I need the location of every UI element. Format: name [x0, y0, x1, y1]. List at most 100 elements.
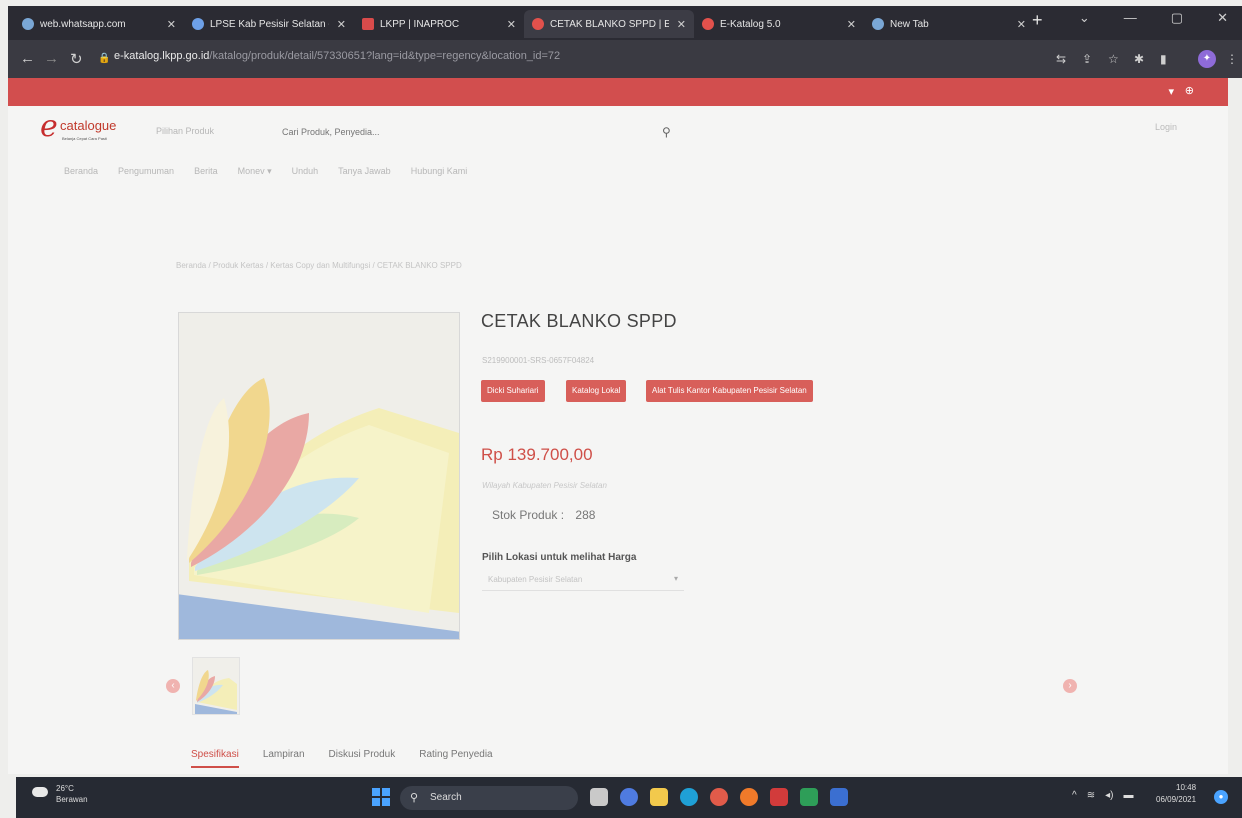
close-tab-icon[interactable]: ✕: [677, 18, 686, 31]
tray-chevron-up-icon[interactable]: ^: [1072, 790, 1077, 801]
lpse-icon: [192, 18, 204, 30]
share-icon[interactable]: ⇪: [1082, 52, 1096, 66]
thumbnail-paper-illustration: [195, 670, 237, 714]
firefox-icon[interactable]: [740, 788, 758, 806]
taskbar-search[interactable]: ⚲ Search: [400, 786, 578, 810]
browser-tab[interactable]: E-Katalog 5.0 ✕: [694, 10, 864, 38]
fanned-paper-illustration: [179, 313, 459, 639]
url-field[interactable]: e-katalog.lkpp.go.id/katalog/produk/deta…: [114, 50, 560, 62]
browser-tab[interactable]: web.whatsapp.com ✕: [14, 10, 184, 38]
dropdown-caret-icon[interactable]: ▾: [1168, 85, 1174, 98]
excel-icon[interactable]: [800, 788, 818, 806]
extensions-icon[interactable]: ✱: [1134, 52, 1148, 66]
nav-item-hubungi-kami[interactable]: Hubungi Kami: [411, 166, 468, 177]
browser-tab-title: CETAK BLANKO SPPD | E-K: [550, 18, 669, 30]
word-icon[interactable]: [830, 788, 848, 806]
ekatalog-logo[interactable]: e catalogue Belanja Cepat Cara Pasti: [40, 109, 116, 144]
notification-icon[interactable]: ●: [1214, 790, 1228, 804]
wifi-icon[interactable]: ≋: [1087, 790, 1095, 801]
cloud-icon: [32, 787, 48, 797]
ekatalog-icon: [702, 18, 714, 30]
chrome-menu-icon[interactable]: ⋮: [1226, 52, 1240, 66]
search-icon[interactable]: ⚲: [662, 125, 671, 139]
badge-katalog-lokal[interactable]: Katalog Lokal: [566, 380, 627, 402]
product-title: CETAK BLANKO SPPD: [481, 311, 677, 331]
location-label: Pilih Lokasi untuk melihat Harga: [482, 552, 637, 563]
side-panel-icon[interactable]: ▮: [1160, 52, 1174, 66]
system-tray: ^ ≋ ◂) ▬: [1072, 790, 1133, 801]
minimize-icon[interactable]: —: [1124, 10, 1137, 26]
login-link[interactable]: Login: [1155, 122, 1177, 132]
carousel-prev-icon[interactable]: ‹: [166, 679, 180, 693]
weather-condition: Berawan: [56, 795, 88, 804]
tab-rating-penyedia[interactable]: Rating Penyedia: [419, 749, 492, 768]
back-arrow-icon[interactable]: ←: [20, 50, 35, 67]
profile-avatar-icon[interactable]: ✦: [1198, 50, 1216, 68]
chrome-icon[interactable]: [710, 788, 728, 806]
lkpp-icon: [362, 18, 374, 30]
search-input[interactable]: [280, 120, 664, 144]
nav-item-beranda[interactable]: Beranda: [64, 166, 98, 177]
bookmark-star-icon[interactable]: ☆: [1108, 52, 1122, 66]
close-tab-icon[interactable]: ✕: [1017, 18, 1026, 31]
new-tab-plus-icon[interactable]: +: [1032, 10, 1043, 31]
weather-text: 26°C Berawan: [56, 783, 88, 805]
tab-lampiran[interactable]: Lampiran: [263, 749, 305, 768]
logo-e-icon: e: [40, 109, 58, 144]
close-tab-icon[interactable]: ✕: [507, 18, 516, 31]
lock-icon[interactable]: 🔒: [98, 53, 110, 64]
browser-tab[interactable]: LPSE Kab Pesisir Selatan - F ✕: [184, 10, 354, 38]
forward-arrow-icon[interactable]: →: [44, 50, 59, 67]
product-detail-tabs: Spesifikasi Lampiran Diskusi Produk Rati…: [191, 749, 493, 768]
volume-icon[interactable]: ◂): [1105, 790, 1113, 801]
pdf-reader-icon[interactable]: [770, 788, 788, 806]
reload-icon[interactable]: ↻: [70, 50, 83, 68]
chat-icon[interactable]: [620, 788, 638, 806]
edge-icon[interactable]: [680, 788, 698, 806]
tab-diskusi-produk[interactable]: Diskusi Produk: [329, 749, 396, 768]
windows-start-icon[interactable]: [372, 788, 390, 806]
close-tab-icon[interactable]: ✕: [167, 18, 176, 31]
badge-category[interactable]: Alat Tulis Kantor Kabupaten Pesisir Sela…: [646, 380, 813, 402]
location-select[interactable]: Kabupaten Pesisir Selatan ▾: [482, 570, 684, 591]
main-nav: Beranda Pengumuman Berita Monev ▾ Unduh …: [64, 166, 467, 177]
nav-item-pengumuman[interactable]: Pengumuman: [118, 166, 174, 177]
badge-seller[interactable]: Dicki Suhariari: [481, 380, 545, 402]
nav-item-tanya-jawab[interactable]: Tanya Jawab: [338, 166, 391, 177]
clock-date: 06/09/2021: [1156, 795, 1197, 804]
close-window-icon[interactable]: ✕: [1217, 10, 1228, 26]
browser-tab-title: LPSE Kab Pesisir Selatan - F: [210, 18, 329, 30]
battery-icon[interactable]: ▬: [1123, 790, 1133, 801]
browser-tab-strip: web.whatsapp.com ✕ LPSE Kab Pesisir Sela…: [8, 6, 1242, 40]
product-sku: S219900001-SRS-0657F04824: [482, 356, 595, 365]
address-toolbar: ← → ↻ 🔒 e-katalog.lkpp.go.id/katalog/pro…: [8, 40, 1242, 78]
carousel-next-icon[interactable]: ›: [1063, 679, 1077, 693]
url-domain: e-katalog.lkpp.go.id: [114, 50, 210, 62]
stock-value: 288: [575, 508, 596, 522]
nav-item-monev[interactable]: Monev ▾: [238, 166, 272, 177]
task-view-icon[interactable]: [590, 788, 608, 806]
breadcrumb[interactable]: Beranda / Produk Kertas / Kertas Copy da…: [176, 261, 462, 270]
tab-search-chevron-icon[interactable]: ⌄: [1079, 10, 1090, 26]
maximize-icon[interactable]: ▢: [1171, 10, 1183, 26]
browser-tab-active[interactable]: CETAK BLANKO SPPD | E-K ✕: [524, 10, 694, 38]
tab-spesifikasi[interactable]: Spesifikasi: [191, 749, 239, 768]
nav-item-unduh[interactable]: Unduh: [292, 166, 319, 177]
close-tab-icon[interactable]: ✕: [847, 18, 856, 31]
globe-icon[interactable]: ⊕: [1185, 84, 1194, 97]
clock-time: 10:48: [1176, 783, 1197, 792]
chrome-icon: [872, 18, 884, 30]
browser-tab[interactable]: New Tab ✕: [864, 10, 1034, 38]
product-region: Wilayah Kabupaten Pesisir Selatan: [482, 481, 607, 490]
browser-tab[interactable]: LKPP | INAPROC ✕: [354, 10, 524, 38]
search-category-select[interactable]: Pilihan Produk: [156, 126, 214, 136]
product-image: [178, 312, 460, 640]
product-thumbnail[interactable]: [192, 657, 240, 715]
taskbar-clock[interactable]: 10:48 06/09/2021: [1156, 782, 1196, 806]
translate-icon[interactable]: ⇆: [1056, 52, 1070, 66]
file-explorer-icon[interactable]: [650, 788, 668, 806]
nav-item-berita[interactable]: Berita: [194, 166, 218, 177]
close-tab-icon[interactable]: ✕: [337, 18, 346, 31]
site-top-bar: ▾ ⊕: [8, 78, 1228, 106]
taskbar-search-label: Search: [430, 792, 462, 803]
